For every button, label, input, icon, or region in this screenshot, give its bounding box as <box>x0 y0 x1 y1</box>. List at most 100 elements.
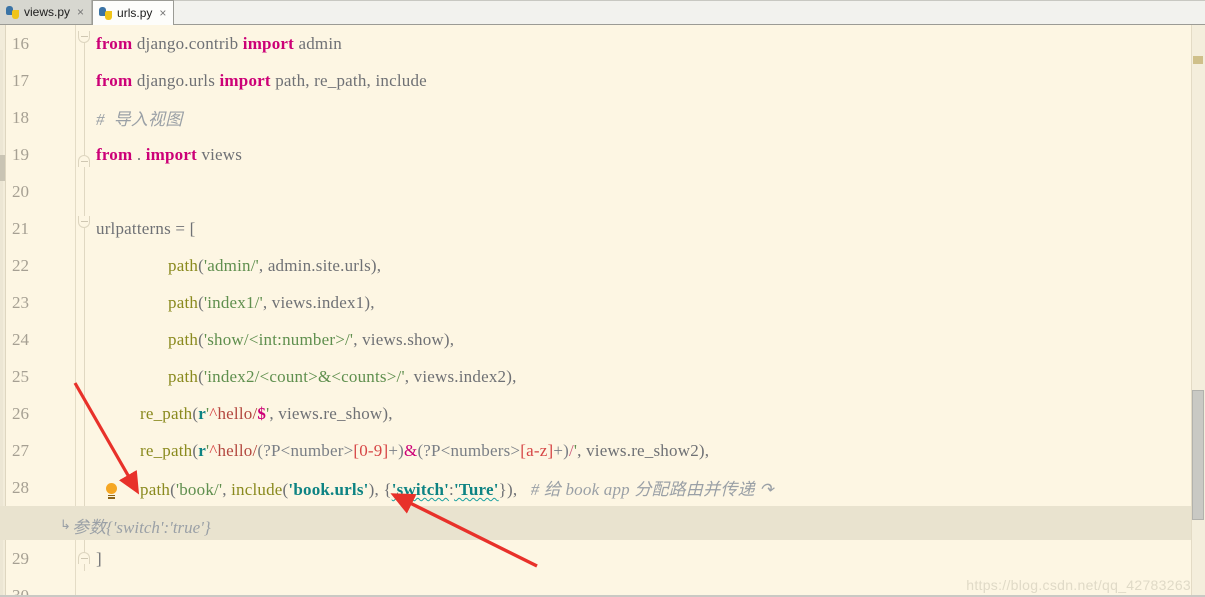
reference-views-index2: views.index2 <box>413 366 507 386</box>
code-line[interactable]: 22 path('admin/', admin.site.urls), <box>0 247 1205 284</box>
reference-views-re-show2: views.re_show2 <box>586 440 699 460</box>
code-line[interactable]: 29 ] <box>0 540 1205 577</box>
scrollbar-warning-marker[interactable] <box>1193 56 1203 64</box>
comment-book-app-route: # 给 book app 分配路由并传递 <box>530 480 755 499</box>
code-line[interactable]: 21 urlpatterns = [ <box>0 210 1205 247</box>
function-re-path: re_path <box>140 403 193 423</box>
code-editor[interactable]: 16 from django.contrib import admin 17 f… <box>0 25 1205 597</box>
code-line[interactable]: 20 <box>0 173 1205 210</box>
line-number: 17 <box>12 70 29 90</box>
identifier-views: views <box>201 144 243 164</box>
line-number: 29 <box>12 548 29 568</box>
code-text: path('index2/<count>&<counts>/', views.i… <box>168 366 517 386</box>
function-path: path <box>168 255 199 275</box>
reference-views-show: views.show <box>362 329 444 349</box>
line-number: 20 <box>12 181 29 201</box>
line-number: 28 <box>12 477 29 497</box>
code-text: ] <box>96 549 102 569</box>
string-book-urls: 'book.urls' <box>288 480 369 499</box>
vertical-scrollbar-track[interactable] <box>1191 25 1205 597</box>
code-line[interactable]: 27 re_path(r'^hello/(?P<number>[0-9]+)&(… <box>0 432 1205 469</box>
code-line[interactable]: 19 from . import views <box>0 136 1205 173</box>
code-text: from . import views <box>96 145 242 165</box>
identifier-urlpatterns: urlpatterns <box>96 218 171 238</box>
reference-views-re-show: views.re_show <box>278 403 383 423</box>
line-number: 18 <box>12 107 29 127</box>
line-number: 23 <box>12 292 29 312</box>
code-line[interactable]: 18 # 导入视图 <box>0 99 1205 136</box>
line-number: 16 <box>12 33 29 53</box>
code-text: path('admin/', admin.site.urls), <box>168 255 382 275</box>
lightbulb-icon[interactable] <box>105 483 118 499</box>
function-include: include <box>231 480 283 499</box>
code-line[interactable]: 24 path('show/<int:number>/', views.show… <box>0 321 1205 358</box>
fold-marker-collapse[interactable] <box>78 31 90 43</box>
editor-tab-bar: views.py × urls.py × <box>0 0 1205 25</box>
reference-admin-site-urls: admin.site.urls <box>267 255 371 275</box>
wrapped-comment-text: 参数{'switch':'true'} <box>72 518 211 537</box>
line-number: 26 <box>12 403 29 423</box>
keyword-import: import <box>242 33 295 53</box>
code-text: re_path(r'^hello/$', views.re_show), <box>140 403 393 423</box>
python-file-icon <box>6 5 19 19</box>
string-show-route: 'show/<int:number>/' <box>203 329 354 349</box>
wrap-indicator-icon: ↷ <box>759 480 774 499</box>
code-line[interactable]: 16 from django.contrib import admin <box>0 25 1205 62</box>
tab-label: urls.py <box>117 6 153 20</box>
comment-import-views: # 导入视图 <box>96 110 183 129</box>
string-index1-route: 'index1/' <box>203 292 263 312</box>
line-number: 27 <box>12 440 29 460</box>
tab-views-py[interactable]: views.py × <box>0 0 93 24</box>
line-number: 24 <box>12 329 29 349</box>
fold-marker-collapse[interactable] <box>78 216 90 228</box>
code-text: path('book/', include('book.urls'), {'sw… <box>140 480 774 499</box>
code-line[interactable]: 25 path('index2/<count>&<counts>/', view… <box>0 358 1205 395</box>
code-text: urlpatterns = [ <box>96 219 195 239</box>
list-open-bracket: [ <box>189 218 196 238</box>
reference-views-index1: views.index1 <box>271 292 365 312</box>
fold-marker-expand[interactable] <box>78 552 90 564</box>
keyword-from: from <box>96 70 133 90</box>
code-text: # 导入视图 <box>96 105 182 130</box>
code-line[interactable]: 17 from django.urls import path, re_path… <box>0 62 1205 99</box>
raw-string-prefix: r <box>198 403 207 423</box>
code-text: from django.urls import path, re_path, i… <box>96 71 427 91</box>
list-close-bracket: ] <box>96 548 102 568</box>
tab-bar-empty-area <box>174 0 1205 24</box>
function-path: path <box>168 366 199 386</box>
pycharm-editor-window: views.py × urls.py × 16 from django.cont… <box>0 0 1205 597</box>
module-django-contrib: django.contrib <box>136 33 239 53</box>
code-text: path('show/<int:number>/', views.show), <box>168 329 455 349</box>
close-icon[interactable]: × <box>77 6 84 18</box>
code-text: from django.contrib import admin <box>96 34 342 54</box>
code-line[interactable]: 26 re_path(r'^hello/$', views.re_show), <box>0 395 1205 432</box>
dict-key-switch: 'switch' <box>391 480 450 499</box>
string-index2-route: 'index2/<count>&<counts>/' <box>203 366 405 386</box>
relative-dot: . <box>136 144 142 164</box>
string-book-route: 'book/' <box>175 480 223 499</box>
keyword-import: import <box>145 144 197 164</box>
function-re-path: re_path <box>140 440 193 460</box>
import-list: path, re_path, include <box>275 70 427 90</box>
vertical-scrollbar-thumb[interactable] <box>1192 390 1204 520</box>
code-text: re_path(r'^hello/(?P<number>[0-9]+)&(?P<… <box>140 440 710 460</box>
line-number: 19 <box>12 144 29 164</box>
assign-operator: = <box>175 218 186 238</box>
tab-urls-py[interactable]: urls.py × <box>92 0 175 25</box>
code-line[interactable]: 23 path('index1/', views.index1), <box>0 284 1205 321</box>
line-number: 22 <box>12 255 29 275</box>
code-content[interactable]: 16 from django.contrib import admin 17 f… <box>0 25 1205 597</box>
string-admin-route: 'admin/' <box>203 255 259 275</box>
code-line-book-route[interactable]: 28 path('book/', include('book.urls'), {… <box>0 469 1205 506</box>
tab-label: views.py <box>24 5 71 19</box>
line-number: 25 <box>12 366 29 386</box>
python-file-icon <box>99 6 113 20</box>
close-icon[interactable]: × <box>159 7 166 19</box>
function-path: path <box>140 480 171 499</box>
module-django-urls: django.urls <box>136 70 216 90</box>
fold-marker-expand[interactable] <box>78 155 90 167</box>
function-path: path <box>168 329 199 349</box>
dict-value-ture: 'Ture' <box>453 480 499 499</box>
function-path: path <box>168 292 199 312</box>
code-text: path('index1/', views.index1), <box>168 292 375 312</box>
